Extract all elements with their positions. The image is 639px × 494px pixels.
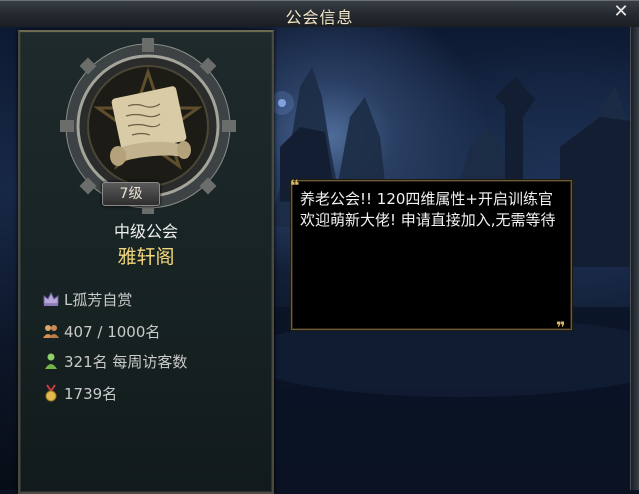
window-title: 公会信息	[285, 8, 354, 27]
guild-info-panel: 7级 中级公会 雅轩阁 L孤芳自赏 407 / 1000名 321名 每周访客数…	[18, 30, 274, 494]
close-icon[interactable]: ✕	[611, 2, 631, 22]
window-right-edge	[630, 27, 639, 490]
guild-rank: 中级公会	[113, 222, 178, 241]
medal-icon	[45, 384, 57, 402]
guild-name: 雅轩阁	[117, 246, 175, 268]
guild-ranking: 1739名	[64, 384, 118, 403]
guild-members-row: 407 / 1000名	[42, 320, 160, 342]
guild-notice-box: 养老公会!! 120四维属性+开启训练官 欢迎萌新大佬! 申请直接加入,无需等待	[291, 180, 572, 330]
guild-ranking-row: 1739名	[42, 382, 117, 404]
guild-member-count: 407 / 1000名	[64, 322, 161, 341]
people-icon	[43, 325, 59, 338]
guild-level-badge: 7级	[102, 182, 160, 206]
person-icon	[45, 353, 57, 369]
title-bar: 公会信息 ✕	[0, 0, 639, 28]
guild-leader-name: L孤芳自赏	[64, 290, 133, 309]
weekly-visitors-row: 321名 每周访客数	[42, 350, 187, 372]
crown-icon	[43, 291, 59, 306]
guild-leader-row: L孤芳自赏	[42, 288, 132, 310]
weekly-visitors: 321名 每周访客数	[64, 352, 188, 371]
quote-close-icon: ❞	[556, 318, 566, 337]
quote-open-icon: ❝	[290, 176, 300, 195]
guild-notice-text: 养老公会!! 120四维属性+开启训练官 欢迎萌新大佬! 申请直接加入,无需等待	[300, 190, 556, 229]
